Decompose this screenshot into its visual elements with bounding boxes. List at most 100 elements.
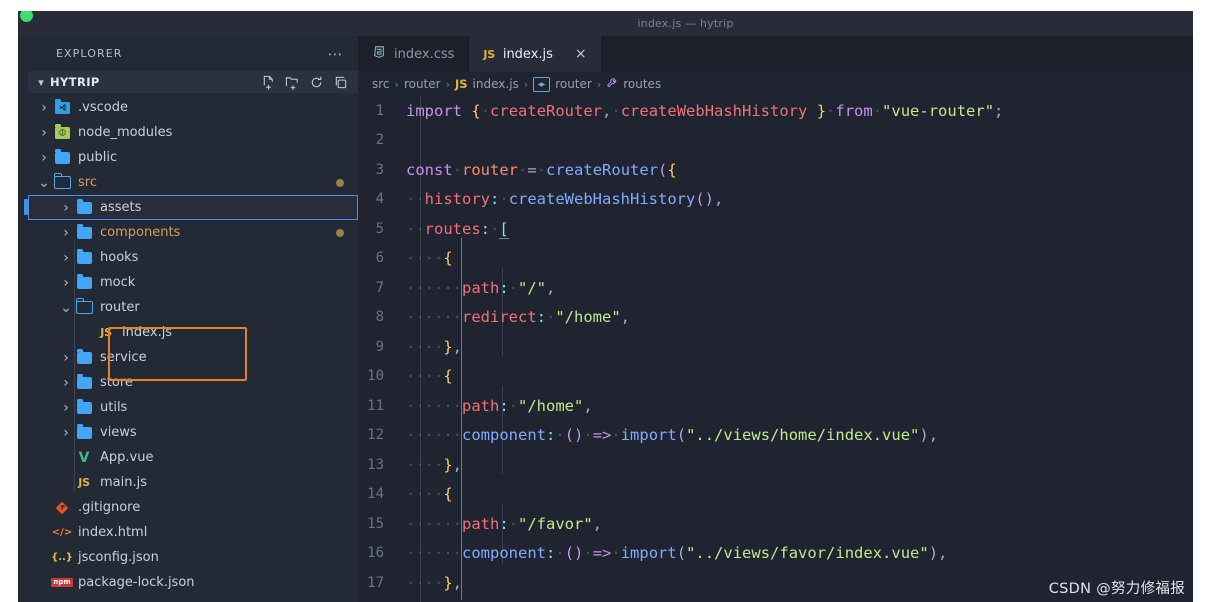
code-line[interactable]: 7 ······path:·"/", (358, 273, 1193, 303)
tree-folder-utils[interactable]: › utils (28, 395, 358, 420)
tree-file-app-vue[interactable]: V App.vue (28, 445, 358, 470)
line-content: ····{ (406, 367, 453, 385)
code-editor[interactable]: 1 import {·createRouter,·createWebHashHis… (358, 96, 1193, 602)
close-icon[interactable]: × (575, 47, 587, 61)
chevron-right-icon[interactable]: › (36, 100, 52, 116)
chevron-right-icon[interactable]: › (58, 350, 74, 366)
tree-file-index-js[interactable]: JS index.js (28, 320, 358, 345)
refresh-icon[interactable] (309, 75, 324, 90)
code-token: ······ (406, 514, 462, 533)
tree-file-index-html[interactable]: </> index.html (28, 520, 358, 545)
code-token: { (471, 101, 481, 120)
tree-folder-views[interactable]: › views (28, 420, 358, 445)
code-token: ···· (406, 485, 444, 504)
js-file-icon: JS (483, 47, 495, 61)
breadcrumb[interactable]: src › router › JS index.js › router › routes (358, 72, 1193, 96)
line-number: 6 (375, 250, 384, 267)
activity-bar[interactable] (18, 36, 28, 602)
code-token: : (499, 396, 509, 415)
line-number: 13 (367, 456, 384, 473)
breadcrumb-item[interactable]: router (555, 77, 592, 91)
chevron-right-icon[interactable]: › (58, 225, 74, 241)
code-line[interactable]: 14 ····{ (358, 480, 1193, 510)
breadcrumb-item[interactable]: index.js (473, 77, 519, 91)
code-line[interactable]: 12 ······component:·()·=>·import("../view… (358, 421, 1193, 451)
code-line[interactable]: 6 ····{ (358, 244, 1193, 274)
code-token: : (536, 308, 546, 327)
new-file-icon[interactable] (261, 75, 276, 90)
chevron-right-icon[interactable]: › (58, 200, 74, 216)
chevron-down-icon[interactable]: ⌄ (36, 176, 52, 190)
code-line[interactable]: 3 const·router·=·createRouter({ (358, 155, 1193, 185)
code-token: ( (658, 160, 668, 179)
tree-folder-node-modules[interactable]: › node_modules (28, 120, 358, 145)
project-root-header[interactable]: ▾ HYTRIP (28, 71, 358, 93)
tree-folder-hooks[interactable]: › hooks (28, 245, 358, 270)
tab-label: index.css (394, 46, 455, 62)
code-line[interactable]: 8 ······redirect:·"/home", (358, 303, 1193, 333)
tree-folder-assets[interactable]: › assets (28, 195, 358, 220)
collapse-all-icon[interactable] (333, 75, 348, 90)
code-line[interactable]: 5 ··routes:·[ (358, 214, 1193, 244)
code-line[interactable]: 16 ······component:·()·=>·import("../view… (358, 539, 1193, 569)
chevron-right-icon[interactable]: › (36, 150, 52, 166)
editor-tab-index-js[interactable]: JS index.js × (469, 36, 602, 72)
code-token: component (462, 426, 546, 445)
code-line[interactable]: 4 ··history:·createWebHashHistory(), (358, 185, 1193, 215)
line-number: 14 (367, 486, 384, 503)
code-token: createWebHashHistory (508, 190, 696, 209)
breadcrumb-item[interactable]: src (372, 77, 390, 91)
code-token: ·· (406, 190, 425, 209)
tree-folder-vscode[interactable]: › .vscode (28, 95, 358, 120)
editor-tab-index-css[interactable]: index.css (358, 36, 470, 72)
code-line[interactable]: 13 ····}, (358, 450, 1193, 480)
breadcrumb-item[interactable]: router (404, 77, 441, 91)
code-token: · (480, 101, 491, 120)
tree-folder-public[interactable]: › public (28, 145, 358, 170)
chevron-right-icon[interactable]: › (58, 275, 74, 291)
tree-folder-src[interactable]: ⌄ src (28, 170, 358, 195)
code-token: createWebHashHistory (620, 101, 808, 120)
line-content: ······path:·"/favor", (406, 515, 602, 533)
breadcrumb-item[interactable]: routes (623, 77, 661, 91)
chevron-right-icon[interactable]: › (58, 250, 74, 266)
code-line[interactable]: 10 ····{ (358, 362, 1193, 392)
chevron-right-icon[interactable]: › (58, 425, 74, 441)
tree-file-main-js[interactable]: JS main.js (28, 470, 358, 495)
ellipsis-icon[interactable]: ⋯ (328, 46, 345, 61)
chevron-right-icon[interactable]: › (58, 400, 74, 416)
code-token: : (490, 190, 500, 209)
code-line[interactable]: 9 ····}, (358, 332, 1193, 362)
file-tree[interactable]: › .vscode › node_modules › public ⌄ src › assets ›… (28, 93, 358, 595)
chevron-down-icon[interactable]: ⌄ (58, 301, 74, 315)
chevron-right-icon[interactable]: › (36, 125, 52, 141)
tree-item-label: utils (100, 400, 128, 415)
tree-folder-components[interactable]: › components (28, 220, 358, 245)
code-line[interactable]: 11 ······path:·"/home", (358, 391, 1193, 421)
editor-tab-bar[interactable]: index.css JS index.js × (358, 36, 1193, 72)
tree-folder-mock[interactable]: › mock (28, 270, 358, 295)
folder-icon (52, 148, 72, 164)
tree-folder-router[interactable]: ⌄ router (28, 295, 358, 320)
tree-file-gitignore[interactable]: .gitignore (28, 495, 358, 520)
chevron-right-icon[interactable]: › (58, 375, 74, 391)
line-number: 10 (367, 368, 384, 385)
code-line[interactable]: 2 (358, 126, 1193, 156)
code-token: path (462, 278, 500, 297)
code-token: [ (499, 219, 509, 239)
tree-file-package-lock-json[interactable]: npm package-lock.json (28, 570, 358, 595)
editor-group: index.css JS index.js × src › router › JS index.… (358, 36, 1193, 602)
code-token: from (835, 101, 873, 120)
tree-file-jsconfig-json[interactable]: {..} jsconfig.json (28, 545, 358, 570)
code-token: ···· (406, 573, 444, 592)
code-token: ; (994, 101, 1004, 120)
code-line[interactable]: 1 import {·createRouter,·createWebHashHis… (358, 96, 1193, 126)
code-line[interactable]: 15 ······path:·"/favor", (358, 509, 1193, 539)
new-folder-icon[interactable] (285, 75, 300, 90)
tree-folder-service[interactable]: › service (28, 345, 358, 370)
code-token: ······ (406, 544, 462, 563)
code-token: ···· (406, 367, 444, 386)
tree-folder-store[interactable]: › store (28, 370, 358, 395)
code-token: , (592, 514, 603, 533)
tree-item-label: router (100, 300, 140, 315)
